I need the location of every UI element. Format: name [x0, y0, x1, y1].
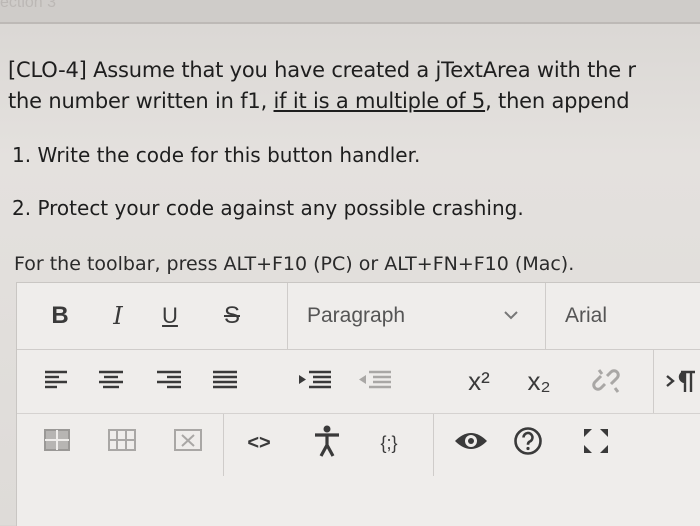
- fullscreen-icon: [584, 429, 608, 453]
- table-button[interactable]: [43, 428, 71, 452]
- align-right-button[interactable]: [155, 368, 183, 392]
- italic-button[interactable]: I: [101, 301, 135, 331]
- subscript-button[interactable]: x₂: [517, 364, 561, 398]
- align-center-icon: [99, 370, 123, 389]
- accessibility-button[interactable]: [313, 424, 341, 458]
- toolbar-divider: [545, 283, 546, 349]
- align-right-icon: [157, 370, 181, 389]
- table-icon: [44, 429, 70, 451]
- chevron-down-icon: [504, 311, 518, 320]
- section-header-band: ection 3: [0, 0, 700, 24]
- align-justify-button[interactable]: [211, 368, 239, 392]
- paragraph-ltr-button[interactable]: [665, 368, 697, 394]
- preview-icon: [455, 433, 487, 449]
- outdent-button[interactable]: [357, 368, 393, 392]
- toolbar-divider: [433, 414, 434, 476]
- rich-text-editor-toolbar: B I U S Paragraph Arial x² x₂ <> {;}: [16, 282, 700, 526]
- align-left-icon: [45, 370, 67, 389]
- toolbar-divider: [287, 283, 288, 349]
- paragraph-ltr-icon: [666, 370, 695, 392]
- bold-button[interactable]: B: [43, 301, 77, 331]
- toolbar-divider: [223, 414, 224, 476]
- outdent-icon: [359, 370, 391, 389]
- question-underlined-text: if it is a multiple of 5: [273, 89, 486, 113]
- block-format-value: Paragraph: [307, 304, 406, 327]
- unlink-button[interactable]: [587, 366, 627, 396]
- toolbar-row-paragraph: x² x₂: [17, 350, 700, 414]
- toolbar-divider: [653, 350, 654, 413]
- question-line-2-end: , then append: [485, 89, 630, 113]
- help-button[interactable]: [513, 426, 543, 456]
- toolbar-row-insert: <> {;}: [17, 414, 700, 476]
- indent-icon: [299, 370, 331, 389]
- underline-button[interactable]: U: [153, 301, 187, 331]
- toolbar-row-formatting: B I U S Paragraph Arial: [17, 283, 700, 350]
- accessibility-icon: [315, 425, 339, 457]
- unlink-icon: [592, 369, 620, 393]
- font-family-value: Arial: [565, 304, 608, 327]
- code-button[interactable]: <>: [237, 428, 281, 458]
- question-line-1: [CLO-4] Assume that you have created a j…: [8, 58, 636, 82]
- align-justify-icon: [213, 370, 237, 389]
- indent-button[interactable]: [297, 368, 333, 392]
- toolbar-hint: For the toolbar, press ALT+F10 (PC) or A…: [14, 253, 575, 275]
- source-code-button[interactable]: {;}: [369, 428, 409, 458]
- table-delete-button[interactable]: [173, 428, 203, 452]
- question-line-2-text: the number written in f1,: [8, 89, 274, 113]
- table-row-icon: [108, 429, 136, 451]
- question-line-2: the number written in f1, if it is a mul…: [8, 89, 630, 113]
- section-title: ection 3: [0, 0, 57, 11]
- align-center-button[interactable]: [97, 368, 125, 392]
- align-left-button[interactable]: [43, 368, 69, 392]
- help-icon: [514, 427, 542, 455]
- instruction-1: 1. Write the code for this button handle…: [12, 143, 421, 167]
- block-format-select[interactable]: Paragraph: [307, 297, 537, 335]
- font-family-select[interactable]: Arial: [565, 297, 695, 335]
- strikethrough-button[interactable]: S: [215, 301, 249, 331]
- instruction-2: 2. Protect your code against any possibl…: [12, 196, 524, 220]
- superscript-button[interactable]: x²: [457, 364, 501, 398]
- table-delete-icon: [174, 429, 202, 451]
- fullscreen-button[interactable]: [581, 426, 611, 456]
- table-row-button[interactable]: [107, 428, 137, 452]
- preview-button[interactable]: [453, 428, 489, 454]
